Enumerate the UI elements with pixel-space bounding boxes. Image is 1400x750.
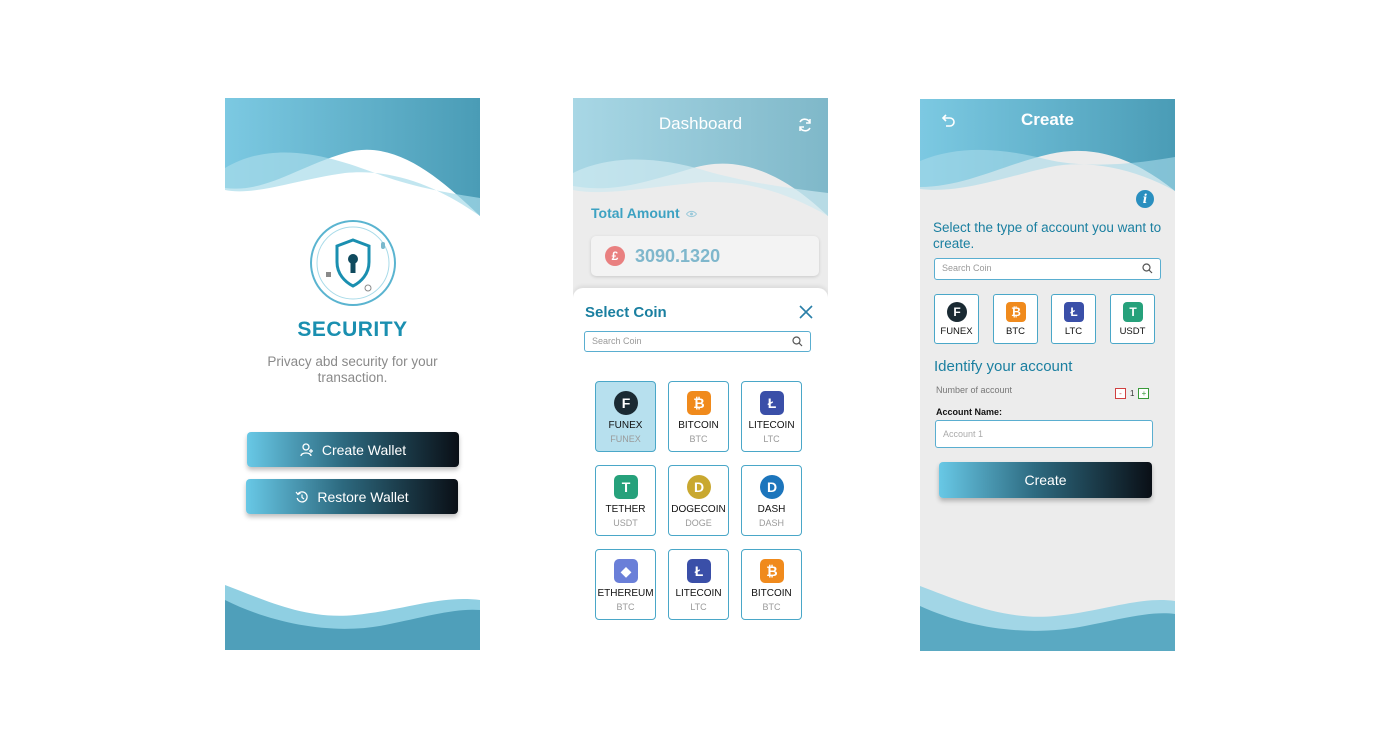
security-logo <box>310 220 396 306</box>
coin-card-tether[interactable]: T TETHER USDT <box>595 465 656 536</box>
bottom-wave-decoration <box>920 586 1175 651</box>
coin-card-ethereum[interactable]: ◆ ETHEREUM BTC <box>595 549 656 620</box>
account-count-value: 1 <box>1130 389 1135 398</box>
litecoin-icon: Ł <box>760 391 784 415</box>
coin-name: BTC <box>1006 326 1025 337</box>
coin-card-dogecoin[interactable]: D DOGECOIN DOGE <box>668 465 729 536</box>
coin-name: TETHER <box>605 504 646 515</box>
coin-name: LITECOIN <box>675 588 722 599</box>
bitcoin-icon: ₿ <box>760 559 784 583</box>
coin-ticker: DOGE <box>685 518 712 528</box>
search-input[interactable]: Search Coin <box>934 258 1161 280</box>
identify-heading: Identify your account <box>934 358 1073 375</box>
sheet-title: Select Coin <box>585 304 667 321</box>
select-coin-sheet: Select Coin Search Coin F FUNEX FUNEX ₿ BITC… <box>573 288 828 638</box>
coin-name: LTC <box>1064 326 1083 337</box>
user-add-icon <box>300 442 313 456</box>
bitcoin-icon: ₿ <box>1006 302 1026 322</box>
account-name-placeholder: Account 1 <box>943 429 984 439</box>
coin-name: DOGECOIN <box>671 504 726 515</box>
coin-card-bitcoin[interactable]: ₿ BITCOIN BTC <box>668 381 729 452</box>
balance-amount: 3090.1320 <box>635 246 721 266</box>
coin-name: BITCOIN <box>751 588 792 599</box>
search-icon <box>1142 263 1153 274</box>
create-wallet-label: Create Wallet <box>321 441 407 458</box>
coin-ticker: LTC <box>763 434 780 444</box>
create-account-screen: Create i Select the type of account you … <box>920 99 1175 651</box>
create-wallet-button[interactable]: Create Wallet <box>247 432 459 467</box>
account-type-funex[interactable]: F FUNEX <box>934 294 979 344</box>
page-subtitle: Privacy abd security for your transactio… <box>267 354 438 385</box>
dashboard-screen: Dashboard Total Amount £ 3090.1320 Selec… <box>573 98 828 638</box>
ethereum-icon: ◆ <box>614 559 638 583</box>
dogecoin-icon: D <box>687 475 711 499</box>
account-name-input[interactable]: Account 1 <box>935 420 1153 448</box>
dash-icon: D <box>760 475 784 499</box>
funex-icon: F <box>947 302 967 322</box>
increment-button[interactable]: + <box>1138 388 1150 399</box>
account-type-btc[interactable]: ₿ BTC <box>993 294 1038 344</box>
coin-name: USDT <box>1119 326 1146 337</box>
create-button-label: Create <box>1024 472 1067 488</box>
coin-name: DASH <box>757 504 786 515</box>
tether-icon: T <box>614 475 638 499</box>
coin-card-bitcoin[interactable]: ₿ BITCOIN BTC <box>741 549 802 620</box>
coin-name: BITCOIN <box>678 420 719 431</box>
coin-name: FUNEX <box>940 326 973 337</box>
coin-card-litecoin[interactable]: Ł LITECOIN LTC <box>668 549 729 620</box>
restore-wallet-label: Restore Wallet <box>317 488 409 505</box>
security-screen: SECURITY Privacy abd security for your t… <box>225 98 480 650</box>
number-of-account-label: Number of account <box>936 385 1013 395</box>
page-title: Dashboard <box>658 114 743 133</box>
top-wave-decoration <box>225 98 480 216</box>
bitcoin-icon: ₿ <box>687 391 711 415</box>
account-type-usdt[interactable]: T USDT <box>1110 294 1155 344</box>
coin-name: FUNEX <box>608 420 643 431</box>
decrement-button[interactable]: - <box>1115 388 1126 399</box>
account-name-label: Account Name: <box>936 407 1003 417</box>
total-amount-text: Total Amount <box>591 205 680 221</box>
coin-card-dash[interactable]: D DASH DASH <box>741 465 802 536</box>
coin-ticker: BTC <box>616 602 635 612</box>
coin-ticker: BTC <box>689 434 708 444</box>
coin-card-funex[interactable]: F FUNEX FUNEX <box>595 381 656 452</box>
close-icon[interactable] <box>798 304 814 320</box>
funex-icon: F <box>614 391 638 415</box>
tether-icon: T <box>1123 302 1143 322</box>
create-button[interactable]: Create <box>939 462 1152 498</box>
coin-ticker: USDT <box>613 518 638 528</box>
coin-name: ETHEREUM <box>597 588 654 599</box>
litecoin-icon: Ł <box>687 559 711 583</box>
search-icon <box>792 336 803 347</box>
coin-ticker: LTC <box>690 602 707 612</box>
coin-ticker: FUNEX <box>610 434 641 444</box>
info-icon[interactable]: i <box>1136 190 1154 208</box>
coin-ticker: DASH <box>758 518 784 528</box>
select-type-label: Select the type of account you want to c… <box>933 220 1162 251</box>
refresh-icon[interactable] <box>797 117 813 133</box>
page-title: Create <box>1021 110 1074 129</box>
search-placeholder: Search Coin <box>942 263 992 273</box>
pound-currency-icon: £ <box>605 246 625 266</box>
bottom-wave-decoration <box>225 585 480 650</box>
account-type-ltc[interactable]: Ł LTC <box>1051 294 1096 344</box>
eye-icon[interactable] <box>685 210 697 218</box>
restore-wallet-button[interactable]: Restore Wallet <box>246 479 458 514</box>
restore-icon <box>295 490 309 503</box>
litecoin-icon: Ł <box>1064 302 1084 322</box>
search-placeholder: Search Coin <box>592 336 642 346</box>
page-title: SECURITY <box>297 318 408 341</box>
coin-card-litecoin[interactable]: Ł LITECOIN LTC <box>741 381 802 452</box>
search-input[interactable]: Search Coin <box>584 331 811 352</box>
total-amount-label: Total Amount <box>591 205 697 221</box>
quantity-stepper: - 1 + <box>1115 388 1150 399</box>
coin-name: LITECOIN <box>748 420 795 431</box>
balance-box: £ 3090.1320 <box>591 236 819 276</box>
shield-lock-icon <box>316 226 390 300</box>
coin-ticker: BTC <box>762 602 781 612</box>
